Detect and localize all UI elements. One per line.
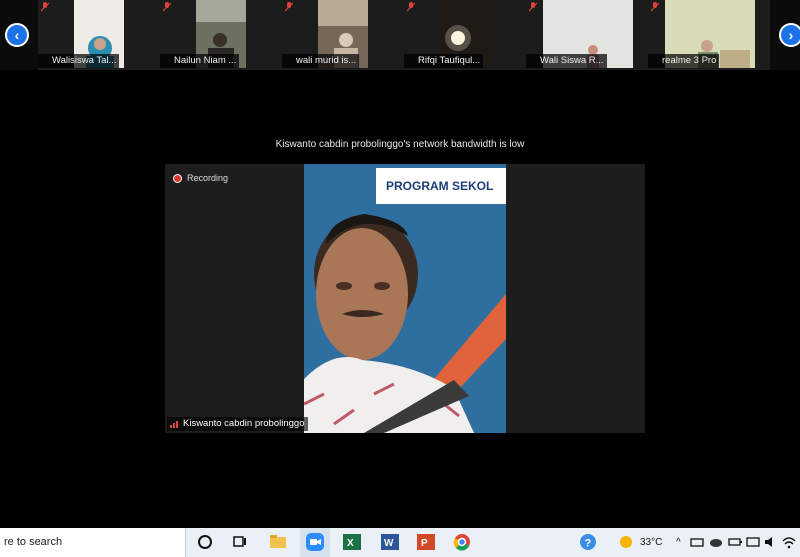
- battery-icon[interactable]: [728, 532, 742, 552]
- camera-icon[interactable]: [690, 532, 704, 552]
- chrome-icon[interactable]: [452, 532, 472, 552]
- task-view-icon[interactable]: [230, 532, 250, 552]
- bandwidth-notice: Kiswanto cabdin probolinggo's network ba…: [275, 139, 525, 150]
- muted-mic-icon: [41, 2, 49, 12]
- svg-text:W: W: [384, 538, 394, 549]
- muted-mic-icon: [285, 2, 293, 12]
- participant-name: Nailun Niam ...: [160, 54, 240, 68]
- participant-tile[interactable]: Rifqi Taufiqul...: [404, 0, 526, 70]
- help-icon[interactable]: ?: [578, 532, 598, 552]
- svg-text:?: ?: [585, 538, 592, 550]
- banner-text: PROGRAM SEKOL: [386, 179, 494, 193]
- muted-mic-icon: [163, 2, 171, 12]
- muted-mic-icon: [529, 2, 537, 12]
- recording-dot-icon: [173, 173, 182, 183]
- word-icon[interactable]: W: [380, 532, 400, 552]
- file-explorer-icon[interactable]: [268, 532, 288, 552]
- signal-bars-icon: [170, 421, 178, 428]
- speaker-name: Kiswanto cabdin probolinggo: [183, 418, 305, 429]
- recording-label: Recording: [187, 173, 229, 183]
- zoom-icon[interactable]: [305, 532, 325, 552]
- participant-tile[interactable]: Nailun Niam ...: [160, 0, 282, 70]
- active-speaker-panel: Recording PROGRAM SEKOL Kiswanto cabdin …: [165, 164, 645, 433]
- svg-text:P: P: [421, 538, 428, 549]
- participant-tile[interactable]: Wali Siswa R...: [526, 0, 648, 70]
- participant-tile[interactable]: wali murid is...: [282, 0, 404, 70]
- taskbar: re to search X W P ? 33°C ^: [0, 528, 800, 557]
- chevron-left-icon[interactable]: ‹: [5, 23, 29, 47]
- speaker-name-tag: Kiswanto cabdin probolinggo: [167, 417, 309, 431]
- temperature[interactable]: 33°C: [640, 528, 662, 557]
- wifi-icon[interactable]: [782, 532, 796, 552]
- program-banner: PROGRAM SEKOL: [376, 168, 506, 204]
- weather-sun-icon[interactable]: [616, 532, 636, 552]
- muted-mic-icon: [407, 2, 415, 12]
- svg-text:X: X: [347, 538, 354, 549]
- participant-name: Rifqi Taufiqul...: [404, 54, 484, 68]
- powerpoint-icon[interactable]: P: [416, 532, 436, 552]
- taskbar-search-box[interactable]: re to search: [0, 528, 186, 557]
- display-icon[interactable]: [746, 532, 760, 552]
- participant-strip: ‹ Walisiswa Tal... Nailun Niam ... wali …: [0, 0, 800, 70]
- excel-icon[interactable]: X: [342, 532, 362, 552]
- participant-tile[interactable]: realme 3 Pro: [648, 0, 770, 70]
- cortana-icon[interactable]: [195, 532, 215, 552]
- participant-name: wali murid is...: [282, 54, 360, 68]
- participant-name: Wali Siswa R...: [526, 54, 607, 68]
- cloud-icon[interactable]: [708, 532, 724, 552]
- speaker-video: PROGRAM SEKOL: [304, 164, 506, 433]
- participant-name: realme 3 Pro: [648, 54, 720, 68]
- chevron-up-icon[interactable]: ^: [676, 528, 681, 557]
- recording-indicator: Recording: [173, 173, 228, 183]
- chevron-right-icon[interactable]: ›: [779, 23, 800, 47]
- search-text: re to search: [4, 536, 63, 548]
- muted-mic-icon: [651, 2, 659, 12]
- participant-tile[interactable]: Walisiswa Tal...: [38, 0, 160, 70]
- participant-name: Walisiswa Tal...: [38, 54, 120, 68]
- speaker-icon[interactable]: [764, 532, 778, 552]
